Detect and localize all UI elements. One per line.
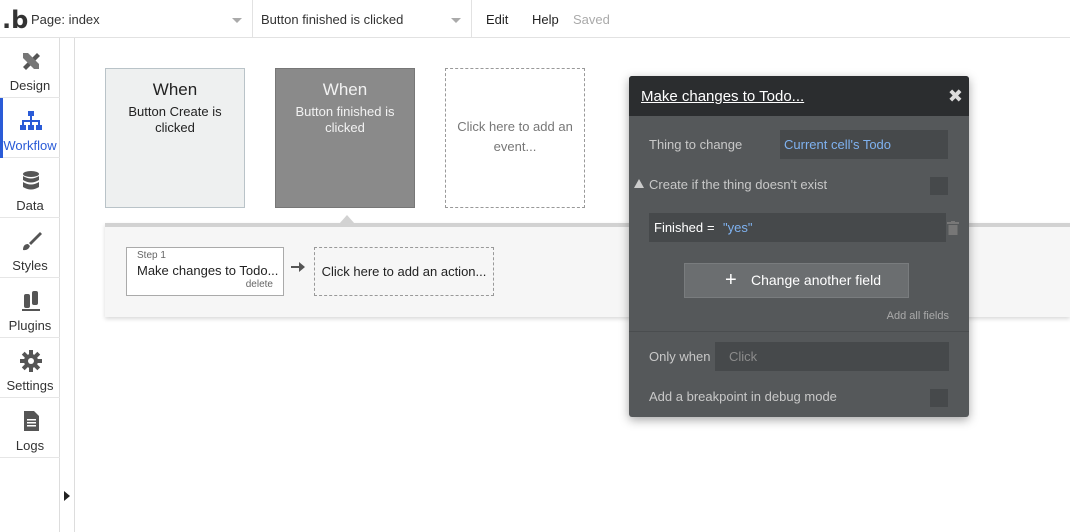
only-when-field[interactable]: Click xyxy=(715,342,949,371)
field-value[interactable]: "yes" xyxy=(723,220,752,235)
add-all-fields-link[interactable]: Add all fields xyxy=(887,310,949,322)
page-dropdown-label: Page: index xyxy=(31,11,100,27)
step-delete-link[interactable]: delete xyxy=(246,279,273,290)
breakpoint-label: Add a breakpoint in debug mode xyxy=(649,389,837,404)
menu-help[interactable]: Help xyxy=(532,12,559,27)
save-status: Saved xyxy=(573,12,610,27)
workflow-dropdown[interactable]: Button finished is clicked xyxy=(253,0,472,38)
sidebar-item-label: Data xyxy=(16,198,44,213)
step-label: Step 1 xyxy=(137,250,166,261)
create-if-missing-checkbox[interactable] xyxy=(930,177,948,195)
sidebar-item-design[interactable]: Design xyxy=(0,38,60,98)
chevron-down-icon xyxy=(451,18,461,23)
plug-icon xyxy=(22,291,40,311)
field-operator: = xyxy=(707,220,715,235)
database-icon xyxy=(23,171,39,190)
menu-edit[interactable]: Edit xyxy=(486,12,508,27)
sidebar-item-plugins[interactable]: Plugins xyxy=(0,278,60,338)
trash-icon[interactable] xyxy=(947,221,959,235)
add-event-placeholder[interactable]: Click here to add an event... xyxy=(445,68,585,208)
sidebar-gutter xyxy=(60,38,75,532)
action-property-panel: Make changes to Todo... ✖ Thing to chang… xyxy=(629,76,969,417)
workflow-icon xyxy=(20,111,42,130)
selected-event-pointer xyxy=(339,215,355,224)
gear-icon xyxy=(20,350,42,372)
event-title: When xyxy=(322,80,368,99)
thing-to-change-field[interactable]: Current cell's Todo xyxy=(780,130,948,159)
field-change-row[interactable]: Finished = "yes" xyxy=(649,213,946,242)
page-dropdown[interactable]: Page: index xyxy=(23,0,253,38)
sidebar-item-label: Workflow xyxy=(3,138,57,153)
step-title: Make changes to Todo... xyxy=(137,263,279,278)
field-name: Finished xyxy=(654,220,704,235)
sidebar-item-logs[interactable]: Logs xyxy=(0,398,60,458)
sidebar-item-label: Plugins xyxy=(8,318,52,333)
top-bar: .b Page: index Button finished is clicke… xyxy=(0,0,1070,38)
sidebar-item-styles[interactable]: Styles xyxy=(0,218,60,278)
sidebar-item-settings[interactable]: Settings xyxy=(0,338,60,398)
only-when-label: Only when xyxy=(649,349,711,364)
document-icon xyxy=(24,411,39,431)
event-subtitle: Button Create is clicked xyxy=(128,104,222,135)
arrow-right-icon xyxy=(291,262,305,272)
sidebar-item-label: Settings xyxy=(6,378,54,393)
sidebar-item-label: Styles xyxy=(12,258,48,273)
panel-title[interactable]: Make changes to Todo... xyxy=(641,88,804,105)
breakpoint-checkbox[interactable] xyxy=(930,389,948,407)
thing-to-change-label: Thing to change xyxy=(649,137,743,152)
add-action-placeholder[interactable]: Click here to add an action... xyxy=(314,247,494,296)
sidebar-item-label: Design xyxy=(9,78,51,93)
step-1-card[interactable]: Step 1 Make changes to Todo... delete xyxy=(126,247,284,296)
sidebar-item-workflow[interactable]: Workflow xyxy=(0,98,60,158)
design-icon xyxy=(23,53,40,70)
event-card-create[interactable]: When Button Create is clicked xyxy=(105,68,245,208)
sidebar: Design Workflow Data Styles Plugins Sett… xyxy=(0,38,60,532)
panel-divider xyxy=(629,331,969,332)
warning-icon xyxy=(634,179,644,188)
brush-icon xyxy=(23,232,42,251)
create-if-missing-label: Create if the thing doesn't exist xyxy=(649,177,828,192)
change-another-field-button[interactable]: + Change another field xyxy=(684,263,909,298)
event-title: When xyxy=(152,80,198,99)
plus-icon: + xyxy=(725,269,737,291)
change-another-field-label: Change another field xyxy=(751,272,881,288)
event-card-finished[interactable]: When Button finished is clicked xyxy=(275,68,415,208)
panel-header: Make changes to Todo... ✖ xyxy=(629,76,969,116)
workflow-dropdown-label: Button finished is clicked xyxy=(261,11,404,27)
sidebar-item-data[interactable]: Data xyxy=(0,158,60,218)
chevron-down-icon xyxy=(232,18,242,23)
sidebar-item-label: Logs xyxy=(15,438,45,453)
expand-arrow-icon[interactable] xyxy=(64,491,70,501)
close-icon[interactable]: ✖ xyxy=(948,86,963,107)
event-subtitle: Button finished is clicked xyxy=(295,104,395,135)
